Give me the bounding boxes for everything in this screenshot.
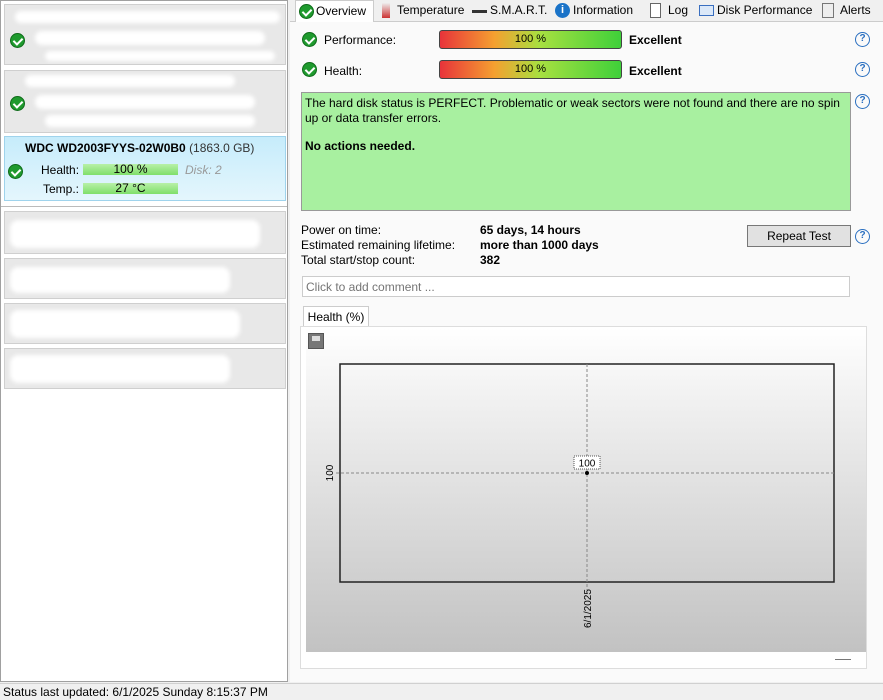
disk-item-selected[interactable]: WDC WD2003FYYS-02W0B0 (1863.0 GB) Health… [4, 136, 286, 201]
startstop-value: 382 [480, 253, 501, 267]
performance-ok-icon [302, 32, 317, 47]
tab-information[interactable]: i Information [553, 0, 633, 22]
thermometer-icon [382, 3, 390, 18]
temp-bar: 27 °C [83, 182, 178, 194]
tab-label: Information [573, 3, 634, 17]
tab-overview[interactable]: Overview [295, 0, 374, 22]
disk-item-redacted[interactable] [4, 70, 286, 133]
dash-icon [472, 10, 487, 13]
disk-list: WDC WD2003FYYS-02W0B0 (1863.0 GB) Health… [0, 0, 288, 682]
alerts-icon [822, 3, 834, 18]
disk-number: Disk: 2 [185, 163, 222, 177]
tab-label: Overview [316, 4, 367, 18]
chart-icon [699, 5, 714, 16]
disk-item-redacted[interactable] [4, 211, 286, 254]
y-tick-label: 100 [325, 464, 336, 481]
ok-check-icon [8, 164, 23, 179]
lifetime-label: Estimated remaining lifetime: [301, 238, 456, 252]
health-rating: Excellent [629, 64, 682, 78]
health-bar: 100 % [83, 163, 178, 175]
help-icon[interactable]: ? [855, 32, 870, 47]
performance-label: Performance: [324, 33, 397, 47]
tab-alerts[interactable]: Alerts [820, 0, 871, 22]
disk-item-redacted[interactable] [4, 348, 286, 389]
lifetime-value: more than 1000 days [480, 238, 599, 252]
data-label: 100 [579, 459, 596, 470]
document-icon [650, 3, 661, 18]
details-panel: Overview Temperature S.M.A.R.T. i Informa… [290, 0, 883, 682]
health-label: Health: [41, 163, 80, 177]
help-icon[interactable]: ? [855, 229, 870, 244]
tab-log[interactable]: Log [648, 0, 688, 22]
ok-check-icon [10, 33, 25, 48]
help-icon[interactable]: ? [855, 62, 870, 77]
temp-label: Temp.: [43, 182, 80, 196]
power-on-label: Power on time: [301, 223, 382, 237]
tab-disk-performance[interactable]: Disk Performance [697, 0, 812, 22]
tab-smart[interactable]: S.M.A.R.T. [470, 0, 547, 22]
comment-input[interactable] [302, 276, 850, 297]
status-bar: Status last updated: 6/1/2025 Sunday 8:1… [0, 683, 883, 700]
tab-label: S.M.A.R.T. [490, 3, 548, 17]
power-on-value: 65 days, 14 hours [480, 223, 581, 237]
tab-label: Alerts [840, 3, 871, 17]
actions-text: No actions needed. [305, 139, 416, 153]
disk-item-redacted[interactable] [4, 303, 286, 344]
legend-line [835, 659, 851, 660]
tab-label: Log [668, 3, 689, 17]
tab-temperature[interactable]: Temperature [377, 0, 464, 22]
health-label: Health: [324, 64, 363, 78]
performance-rating: Excellent [629, 33, 682, 47]
health-chart: 100 6/1/2025 100 [325, 363, 835, 628]
disk-name: WDC WD2003FYYS-02W0B0 [25, 141, 186, 155]
ok-check-icon [10, 96, 25, 111]
health-ok-icon [302, 62, 317, 77]
tab-label: Disk Performance [717, 3, 813, 17]
status-text: The hard disk status is PERFECT. Problem… [305, 96, 840, 125]
disk-size: (1863.0 GB) [189, 141, 255, 155]
startstop-label: Total start/stop count: [301, 253, 416, 267]
data-point [585, 471, 589, 475]
chart-area: 100 6/1/2025 100 [306, 328, 866, 652]
tab-label: Temperature [397, 3, 465, 17]
x-tick-label: 6/1/2025 [583, 589, 594, 628]
health-bar: 100 % [439, 60, 622, 79]
performance-bar: 100 % [439, 30, 622, 49]
check-circle-icon [299, 4, 314, 19]
disk-item-redacted[interactable] [4, 258, 286, 299]
status-box: The hard disk status is PERFECT. Problem… [301, 92, 851, 211]
help-icon[interactable]: ? [855, 94, 870, 109]
tab-health-chart[interactable]: Health (%) [303, 306, 369, 327]
info-icon: i [555, 3, 570, 18]
disk-item-redacted[interactable] [4, 4, 286, 65]
repeat-test-button[interactable]: Repeat Test [747, 225, 851, 247]
